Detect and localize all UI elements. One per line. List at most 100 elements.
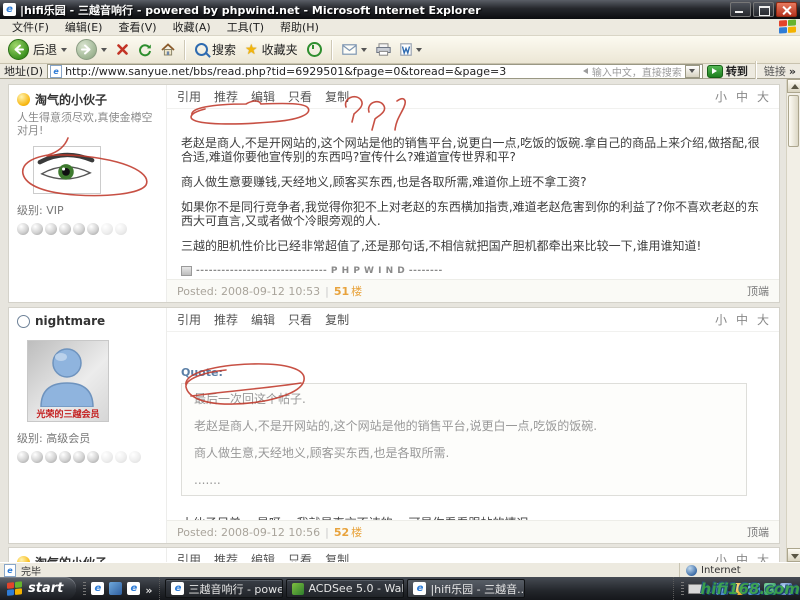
posted-timestamp: Posted: 2008-09-12 10:56 xyxy=(177,526,320,539)
action-copy[interactable]: 复制 xyxy=(325,88,349,105)
quick-launch-desktop-icon[interactable] xyxy=(109,582,122,595)
internet-zone-icon xyxy=(686,565,697,576)
action-recommend[interactable]: 推荐 xyxy=(214,88,238,105)
level-value: VIP xyxy=(46,204,63,217)
font-large[interactable]: 大 xyxy=(757,88,769,105)
font-medium[interactable]: 中 xyxy=(736,551,748,562)
forward-dropdown-icon xyxy=(101,48,107,52)
top-link[interactable]: 顶端 xyxy=(747,524,769,540)
signature-icon xyxy=(181,266,192,276)
links-chevron-icon xyxy=(789,65,796,78)
acdsee-icon xyxy=(292,583,304,595)
scroll-down-button[interactable] xyxy=(787,548,800,562)
floor-suffix: 楼 xyxy=(351,524,362,540)
quote-line: 老赵是商人,不是开网站的,这个网站是他的销售平台,说更白一点,吃饭的饭碗. xyxy=(194,419,734,433)
go-arrow-icon xyxy=(707,65,723,78)
font-medium[interactable]: 中 xyxy=(736,311,748,328)
font-large[interactable]: 大 xyxy=(757,311,769,328)
top-link[interactable]: 顶端 xyxy=(747,283,769,299)
links-button[interactable]: 链接 xyxy=(764,63,796,79)
author-motto: 人生得意须尽欢,真使金樽空对月! xyxy=(17,111,158,137)
edit-word-icon xyxy=(400,43,412,56)
floor-suffix: 楼 xyxy=(351,283,362,299)
status-text: 完毕 xyxy=(21,563,41,578)
address-input[interactable] xyxy=(65,65,580,78)
minimize-button[interactable] xyxy=(730,2,751,17)
windows-logo-icon xyxy=(779,19,796,34)
vertical-scrollbar[interactable] xyxy=(786,79,800,562)
back-button[interactable]: 后退 xyxy=(5,37,70,62)
scroll-up-button[interactable] xyxy=(787,79,800,93)
action-only[interactable]: 只看 xyxy=(288,311,312,328)
forward-button[interactable] xyxy=(73,37,110,62)
action-copy[interactable]: 复制 xyxy=(325,551,349,562)
quick-launch: e e xyxy=(76,577,160,600)
menu-file[interactable]: 文件(F) xyxy=(4,19,57,35)
refresh-button[interactable] xyxy=(135,41,155,59)
history-icon xyxy=(307,42,322,57)
menu-help[interactable]: 帮助(H) xyxy=(272,19,327,35)
ie-icon: e xyxy=(171,582,184,595)
close-button[interactable] xyxy=(776,2,797,17)
post-body: 老赵是商人,不是开网站的,这个网站是他的销售平台,说更白一点,吃饭的饭碗.拿自己… xyxy=(167,109,779,279)
font-small[interactable]: 小 xyxy=(715,551,727,562)
favorites-button[interactable]: 收藏夹 xyxy=(242,39,301,60)
print-button[interactable] xyxy=(373,41,394,58)
ie-toolbar: 后退 搜索 收藏夹 xyxy=(0,36,800,64)
action-quote[interactable]: 引用 xyxy=(177,88,201,105)
page-icon: e xyxy=(50,65,62,78)
font-small[interactable]: 小 xyxy=(715,88,727,105)
font-large[interactable]: 大 xyxy=(757,551,769,562)
home-button[interactable] xyxy=(158,41,178,58)
stop-button[interactable] xyxy=(113,41,132,58)
address-dropdown-button[interactable] xyxy=(685,65,700,78)
menu-edit[interactable]: 编辑(E) xyxy=(57,19,111,35)
action-edit[interactable]: 编辑 xyxy=(251,551,275,562)
start-button[interactable]: start xyxy=(0,577,76,600)
author-name[interactable]: 淘气的小伙子 xyxy=(35,554,107,562)
menu-view[interactable]: 查看(V) xyxy=(110,19,164,35)
quote-box: 最后一次回这个帖子. 老赵是商人,不是开网站的,这个网站是他的销售平台,说更白一… xyxy=(181,383,747,496)
title-bar: e |hifi乐园 - 三越音响行 - powered by phpwind.n… xyxy=(0,0,800,19)
mail-dropdown-icon xyxy=(361,48,367,52)
toolbar-separator xyxy=(331,40,333,60)
font-small[interactable]: 小 xyxy=(715,311,727,328)
search-button[interactable]: 搜索 xyxy=(192,39,239,60)
quote-line: 最后一次回这个帖子. xyxy=(194,392,734,406)
post-body: Quote: 最后一次回这个帖子. 老赵是商人,不是开网站的,这个网站是他的销售… xyxy=(167,332,779,520)
scrollbar-thumb[interactable] xyxy=(788,95,799,147)
address-separator xyxy=(755,61,757,81)
action-quote[interactable]: 引用 xyxy=(177,311,201,328)
menu-tools[interactable]: 工具(T) xyxy=(219,19,272,35)
taskbar-button-hifi[interactable]: e |hifi乐园 - 三越音... xyxy=(407,579,525,598)
font-medium[interactable]: 中 xyxy=(736,88,748,105)
history-button[interactable] xyxy=(304,40,325,59)
action-recommend[interactable]: 推荐 xyxy=(214,551,238,562)
maximize-button[interactable] xyxy=(753,2,774,17)
go-button[interactable]: 转到 xyxy=(707,63,748,79)
menu-favorites[interactable]: 收藏(A) xyxy=(165,19,219,35)
author-name[interactable]: nightmare xyxy=(35,314,105,328)
action-quote[interactable]: 引用 xyxy=(177,551,201,562)
action-only[interactable]: 只看 xyxy=(288,551,312,562)
mail-button[interactable] xyxy=(339,42,370,57)
search-icon xyxy=(195,43,208,56)
action-copy[interactable]: 复制 xyxy=(325,311,349,328)
forum-post-53: 淘气的小伙子 引用 推荐 编辑 只看 复制 小 中 大 xyxy=(8,547,780,562)
action-edit[interactable]: 编辑 xyxy=(251,88,275,105)
author-name[interactable]: 淘气的小伙子 xyxy=(35,91,107,108)
taskbar-button-sanyue[interactable]: e 三越音响行 - powere... xyxy=(165,579,283,598)
taskbar-button-acdsee[interactable]: ACDSee 5.0 - Wallpaper xyxy=(286,579,404,598)
quick-launch-msn-icon[interactable]: e xyxy=(127,582,140,595)
edit-button[interactable] xyxy=(397,41,425,58)
toolbar-grip xyxy=(83,582,86,596)
quick-launch-ie-icon[interactable]: e xyxy=(91,582,104,595)
quick-launch-chevron-icon[interactable] xyxy=(145,579,152,598)
action-recommend[interactable]: 推荐 xyxy=(214,311,238,328)
left-arrow-icon xyxy=(583,68,588,74)
action-only[interactable]: 只看 xyxy=(288,88,312,105)
watermark: hifi168.com xyxy=(701,580,800,598)
quote-line: 商人做生意,天经地义,顾客买东西,也是各取所需. xyxy=(194,446,734,460)
action-edit[interactable]: 编辑 xyxy=(251,311,275,328)
favorites-star-icon xyxy=(245,42,258,58)
